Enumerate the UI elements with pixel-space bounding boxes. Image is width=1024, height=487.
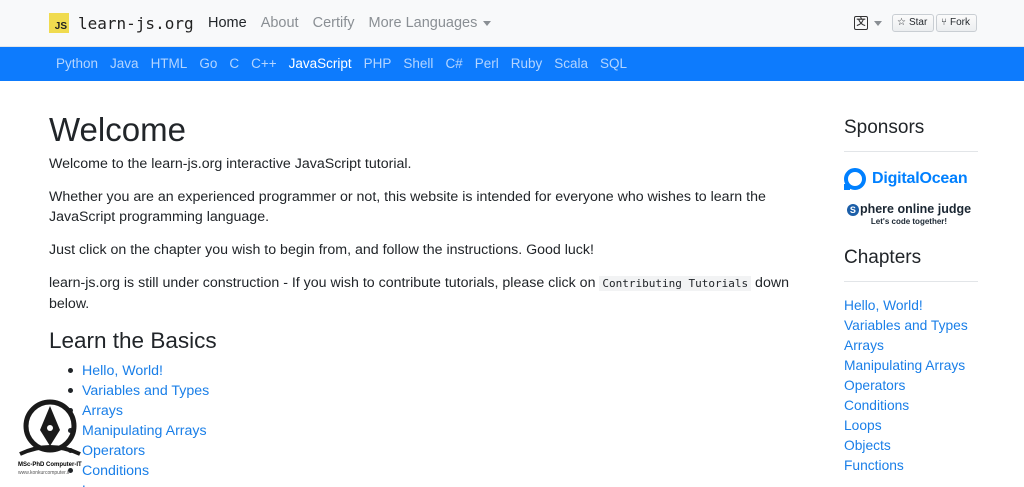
language-item[interactable]: C <box>229 56 239 71</box>
chapter-link[interactable]: Arrays <box>844 338 884 353</box>
spoj-name: phere online judge <box>859 202 972 216</box>
sponsor-digitalocean[interactable]: DigitalOcean <box>844 168 978 190</box>
list-item: Loops <box>82 481 809 487</box>
language-item[interactable]: SQL <box>600 56 627 71</box>
language-item[interactable]: Python <box>56 56 98 71</box>
chapter-link[interactable]: Operators <box>844 378 905 393</box>
basics-link[interactable]: Arrays <box>82 403 123 419</box>
instructions-text: Just click on the chapter you wish to be… <box>49 242 594 258</box>
list-item: Hello, World! <box>844 296 978 316</box>
audience-text: Whether you are an experienced programme… <box>49 189 766 225</box>
intro-text: Welcome to the learn-js.org interactive … <box>49 156 412 172</box>
language-bar: Python Java HTML Go C C++ JavaScript PHP Shell C#… <box>0 47 1024 81</box>
language-item[interactable]: Shell <box>403 56 433 71</box>
watermark-title: MSc-PhD Computer-IT <box>18 462 82 468</box>
list-item: Manipulating Arrays <box>68 421 809 441</box>
basics-link[interactable]: Hello, World! <box>82 363 163 379</box>
list-item: Hello, World! <box>68 361 809 381</box>
language-item[interactable]: Scala <box>554 56 588 71</box>
language-item[interactable]: JavaScript <box>289 56 352 71</box>
list-item: Variables and Types <box>844 316 978 336</box>
chevron-down-icon <box>483 20 492 26</box>
basics-link[interactable]: Conditions <box>82 463 149 479</box>
language-item[interactable]: Ruby <box>511 56 543 71</box>
language-item[interactable]: C# <box>445 56 462 71</box>
basics-heading: Learn the Basics <box>49 328 217 353</box>
top-navbar: JS learn-js.org Home About Certify More … <box>0 0 1024 47</box>
brand-name: learn-js.org <box>78 13 194 33</box>
nav-certify[interactable]: Certify <box>313 15 355 31</box>
list-item: Objects <box>844 436 978 456</box>
sponsor-spoj[interactable]: Sphere online judge Let's code together! <box>844 202 974 226</box>
chapter-link[interactable]: Objects <box>844 438 891 453</box>
language-item[interactable]: PHP <box>364 56 392 71</box>
chapter-link[interactable]: Manipulating Arrays <box>844 358 965 373</box>
nav-more-languages-label: More Languages <box>368 15 478 31</box>
nav-home[interactable]: Home <box>208 15 247 31</box>
github-star-button[interactable]: ☆ Star <box>892 14 935 32</box>
chapter-link[interactable]: Functions <box>844 458 904 473</box>
language-item[interactable]: Go <box>199 56 217 71</box>
language-item[interactable]: Java <box>110 56 139 71</box>
language-item[interactable]: Perl <box>475 56 499 71</box>
watermark-url: www.konkurcomputer.ir <box>18 470 70 476</box>
chevron-down-icon <box>874 20 882 26</box>
chapters-list: Hello, World! Variables and Types Arrays Ma… <box>844 296 978 476</box>
spoj-logo-icon: S <box>846 204 859 216</box>
nav-more-languages[interactable]: More Languages <box>369 15 492 31</box>
list-item: Manipulating Arrays <box>844 356 978 376</box>
basics-list: Hello, World! Variables and Types Arrays Ma… <box>49 361 809 487</box>
language-item[interactable]: HTML <box>151 56 188 71</box>
list-item: Operators <box>844 376 978 396</box>
brand-link[interactable]: JS learn-js.org <box>49 13 194 33</box>
chapter-link[interactable]: Hello, World! <box>844 298 923 313</box>
language-item[interactable]: C++ <box>251 56 277 71</box>
translate-icon: 文 <box>854 16 868 30</box>
list-item: Functions <box>844 456 978 476</box>
list-item: Arrays <box>68 401 809 421</box>
fork-icon: ⑂ <box>941 17 947 28</box>
main-nav: Home About Certify More Languages <box>208 15 505 31</box>
chapter-link[interactable]: Variables and Types <box>844 318 968 333</box>
list-item: Loops <box>844 416 978 436</box>
sidebar: Sponsors DigitalOcean Sphere online judg… <box>844 116 978 476</box>
sponsors-heading: Sponsors <box>844 116 978 152</box>
main-content: Welcome Welcome to the learn-js.org inte… <box>49 110 809 487</box>
nav-about[interactable]: About <box>261 15 299 31</box>
list-item: Operators <box>68 441 809 461</box>
basics-link[interactable]: Variables and Types <box>82 383 209 399</box>
digitalocean-name: DigitalOcean <box>872 170 968 187</box>
list-item: Variables and Types <box>68 381 809 401</box>
page-title: Welcome <box>49 111 186 148</box>
contributing-tutorials-code: Contributing Tutorials <box>599 276 752 291</box>
js-logo-icon: JS <box>49 13 69 33</box>
basics-link[interactable]: Manipulating Arrays <box>82 423 207 439</box>
chapter-link[interactable]: Conditions <box>844 398 909 413</box>
contribute-text: learn-js.org is still under construction… <box>49 275 789 312</box>
list-item: Conditions <box>68 461 809 481</box>
basics-link[interactable]: Loops <box>82 483 121 487</box>
chapters-heading: Chapters <box>844 246 978 282</box>
digitalocean-logo-icon <box>844 168 866 190</box>
spoj-tagline: Let's code together! <box>870 217 948 226</box>
star-icon: ☆ <box>897 17 906 28</box>
github-fork-button[interactable]: ⑂ Fork <box>936 14 977 32</box>
list-item: Conditions <box>844 396 978 416</box>
list-item: Arrays <box>844 336 978 356</box>
basics-link[interactable]: Operators <box>82 443 145 459</box>
chapter-link[interactable]: Loops <box>844 418 882 433</box>
language-selector[interactable]: 文 <box>854 16 882 30</box>
language-list: Python Java HTML Go C C++ JavaScript PHP Shell C#… <box>56 56 639 71</box>
